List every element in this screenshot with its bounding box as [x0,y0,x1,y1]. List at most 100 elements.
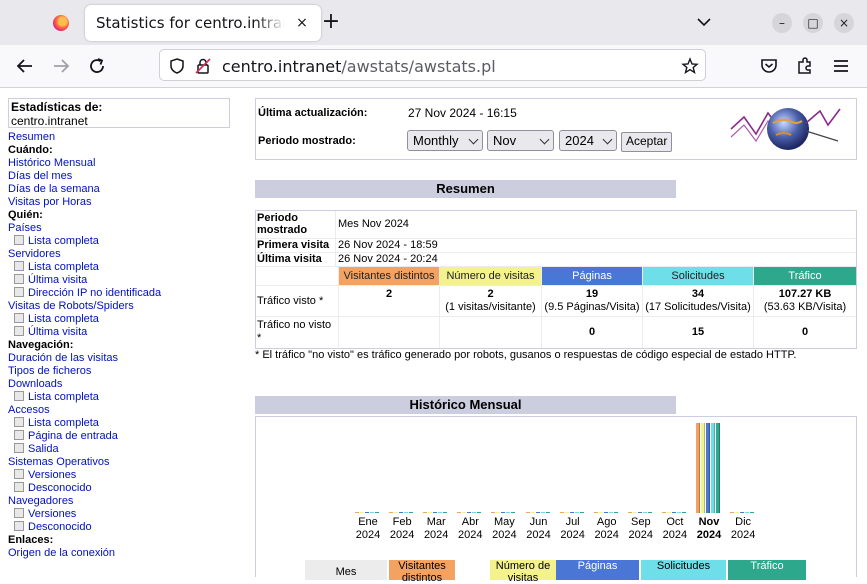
menu-sublink-lista-completa[interactable]: Lista completa [8,417,232,430]
menu-link-paises[interactable]: Países [8,222,232,235]
shield-icon[interactable] [168,57,186,75]
menu-link-visitas-de-robots-spiders[interactable]: Visitas de Robots/Spiders [8,300,232,313]
extensions-icon[interactable] [793,54,817,78]
month-year: 2024 [560,529,585,541]
url-bar[interactable]: centro.intranet/awstats/awstats.pl [159,49,706,81]
menu-sublink-label: Última visita [28,274,88,286]
bar-numero-de-visitas-ene [360,512,364,513]
new-tab-button[interactable]: + [320,11,342,33]
viewed-value: 19 [585,288,599,300]
menu-link-dias-del-mes[interactable]: Días del mes [8,170,232,183]
year-select[interactable]: 2024 [559,130,617,151]
menu-link-downloads[interactable]: Downloads [8,378,232,391]
pocket-icon[interactable] [757,54,781,78]
not-viewed-cell-trafico: 0 [754,317,856,348]
month-label-jul: Jul 2024 [556,516,590,542]
forward-arrow-icon[interactable] [49,54,73,78]
bar-numero-de-visitas-may [496,512,501,513]
bar-solicitudes-dic [745,512,750,513]
menu-sublink-lista-completa[interactable]: Lista completa [8,391,232,404]
bookmark-star-icon[interactable] [681,57,699,75]
month-year: 2024 [423,529,449,541]
menu-sublink-desconocido[interactable]: Desconocido [8,482,232,495]
history-col-header-solicitudes: Solicitudes [641,560,726,580]
menu-link-accesos[interactable]: Accesos [8,404,232,417]
period-select[interactable]: Monthly [407,130,483,151]
menu-icon[interactable] [829,54,853,78]
menu-sublink-versiones[interactable]: Versiones [8,469,232,482]
menu-link-dias-de-la-semana[interactable]: Días de la semana [8,183,232,196]
bar-trafico-abr [477,512,482,513]
main-content: Última actualización: 27 Nov 2024 - 16:1… [255,98,857,584]
navigation-bar: centro.intranet/awstats/awstats.pl [0,45,867,88]
bar-visitantes-distintos-dic [730,512,735,513]
menu-heading-quien: Quién: [8,209,43,221]
submenu-bullet-icon [14,313,24,323]
last-visit-value: 26 Nov 2024 - 20:24 [336,253,856,266]
back-arrow-icon[interactable] [13,54,37,78]
menu-link-visitas-por-horas[interactable]: Visitas por Horas [8,196,232,209]
insecure-lock-icon[interactable] [194,57,212,75]
month-label-mar: Mar 2024 [419,516,453,542]
month-label-dic: Dic 2024 [726,516,760,542]
period-label: Periodo mostrado: [258,135,356,147]
menu-sublink-versiones[interactable]: Versiones [8,508,232,521]
submenu-bullet-icon [14,482,24,492]
bar-trafico-nov [716,423,720,513]
menu-link-origen-de-la-conexion[interactable]: Origen de la conexión [8,547,232,560]
viewed-ratio: (17 Solicitudes/Visita) [645,301,751,313]
awstats-logo[interactable] [728,101,844,157]
month-year: 2024 [628,529,654,541]
bar-numero-de-visitas-dic [735,512,740,513]
menu-sublink-label: Salida [28,443,59,455]
bar-solicitudes-jun [540,512,545,513]
menu-sublink-ultima-visita[interactable]: Última visita [8,326,232,339]
summary-title: Resumen [255,180,676,198]
menu-sublink-ultima-visita[interactable]: Última visita [8,274,232,287]
reload-icon[interactable] [85,54,109,78]
minimize-button[interactable]: – [772,13,792,33]
summary-period-value: Mes Nov 2024 [336,211,856,238]
menu-sublink-label: Lista completa [28,391,99,403]
month-year: 2024 [594,529,619,541]
history-col-header-numero-de-visitas: Número de visitas [490,560,556,584]
menu-sublink-label: Desconocido [28,521,92,533]
menu-link-servidores[interactable]: Servidores [8,248,232,261]
summary-col-header-trafico: Tráfico [754,267,856,285]
menu-sublink-lista-completa[interactable]: Lista completa [8,261,232,274]
submit-button[interactable]: Aceptar [621,132,673,152]
month-name: Dic [735,516,752,528]
menu-link-duracion-de-las-visitas[interactable]: Duración de las visitas [8,352,232,365]
menu-link-resumen[interactable]: Resumen [8,131,232,144]
viewed-cell-numero-de-visitas: 2 (1 visitas/visitante) [440,286,541,316]
bar-trafico-may [511,512,516,513]
menu-sublink-direccion-ip-no-identificada[interactable]: Dirección IP no identificada [8,287,232,300]
month-year: 2024 [389,529,415,541]
menu-sublink-pagina-de-entrada[interactable]: Página de entrada [8,430,232,443]
not-viewed-label: Tráfico no visto * [256,317,338,348]
bar-visitantes-distintos-sep [627,512,632,513]
menu-link-navegadores[interactable]: Navegadores [8,495,232,508]
firefox-icon [53,15,69,31]
menu-sublink-lista-completa[interactable]: Lista completa [8,235,232,248]
chevron-down-icon[interactable] [694,12,714,32]
bar-paginas-nov [706,423,710,513]
bar-solicitudes-sep [642,512,647,513]
menu-sublink-desconocido[interactable]: Desconocido [8,521,232,534]
menu-sublink-salida[interactable]: Salida [8,443,232,456]
bar-solicitudes-ene [370,512,374,513]
history-col-header-paginas: Páginas [556,560,639,580]
browser-tab[interactable]: Statistics for centro.intranet × [85,5,321,41]
bar-paginas-jun [535,512,540,513]
window-close-button[interactable]: × [834,13,854,33]
menu-link-historico-mensual[interactable]: Histórico Mensual [8,157,232,170]
bar-solicitudes-jul [574,512,579,513]
close-tab-icon[interactable]: × [292,13,312,33]
bar-paginas-mar [433,512,438,513]
menu-sublink-lista-completa[interactable]: Lista completa [8,313,232,326]
month-select[interactable]: Nov [487,130,554,151]
maximize-button[interactable]: □ [803,13,823,33]
menu-link-tipos-de-ficheros[interactable]: Tipos de ficheros [8,365,232,378]
menu-link-sistemas-operativos[interactable]: Sistemas Operativos [8,456,232,469]
bar-visitantes-distintos-nov [696,423,700,513]
